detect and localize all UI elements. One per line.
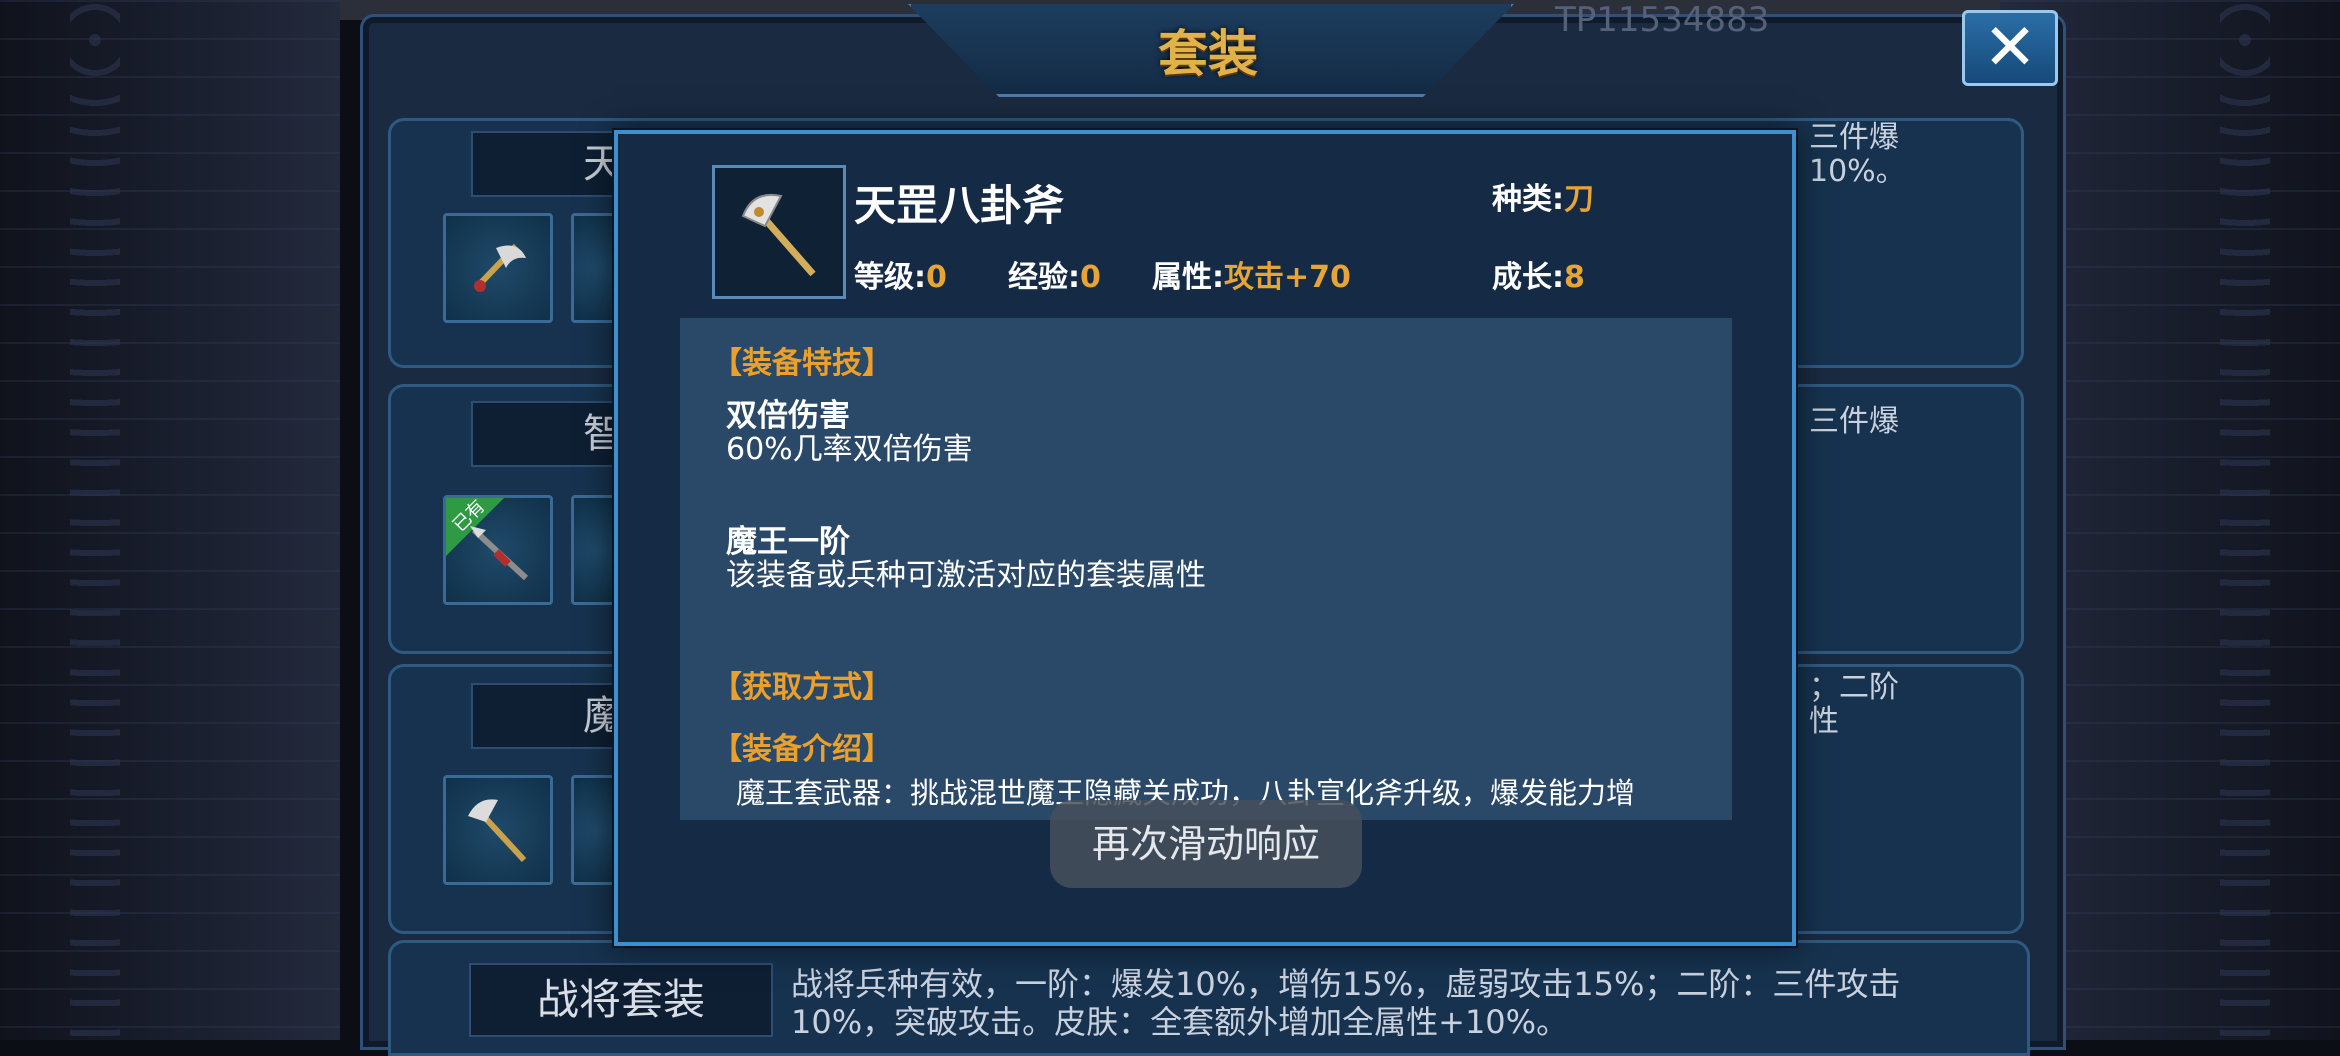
equipment-slot[interactable] [443, 775, 553, 885]
equipment-slot[interactable] [443, 213, 553, 323]
item-type: 种类:刀 [1492, 182, 1594, 217]
player-id-text: TP11534883 [1555, 0, 1770, 40]
set-desc: 三件爆 [1809, 404, 1899, 439]
close-icon: ✕ [1983, 11, 2037, 85]
equipment-slot[interactable]: 已有 [443, 495, 553, 605]
obtain-header: 【获取方式】 [712, 670, 892, 705]
item-level: 等级:0 [854, 260, 947, 295]
window-title: 套装 [1158, 25, 1258, 83]
set-name: 战将套装 [469, 963, 773, 1037]
spear-weapon-icon [470, 526, 529, 581]
item-name: 天罡八卦斧 [854, 181, 1065, 230]
toast-message: 再次滑动响应 [1050, 800, 1362, 888]
set-card-warrior[interactable]: 战将套装 战将兵种有效，一阶：爆发10%，增伤15%，虚弱攻击15%；二阶：三件… [388, 940, 2030, 1056]
item-info-panel[interactable]: 【装备特技】 双倍伤害 60%几率双倍伤害 魔王一阶 该装备或兵种可激活对应的套… [680, 318, 1732, 820]
skill-desc: 60%几率双倍伤害 [726, 432, 973, 467]
item-growth: 成长:8 [1492, 260, 1585, 295]
set-desc: 战将兵种有效，一阶：爆发10%，增伤15%，虚弱攻击15%；二阶：三件攻击10%… [791, 965, 1901, 1041]
item-experience: 经验:0 [1008, 260, 1101, 295]
golden-axe-icon [741, 194, 816, 277]
axe-weapon-icon [468, 799, 527, 863]
set-desc: 三件爆 10%。 [1809, 120, 1906, 189]
fan-weapon-icon [473, 243, 526, 292]
item-icon-frame [712, 165, 846, 299]
skill-desc: 该装备或兵种可激活对应的套装属性 [726, 558, 1206, 593]
close-button[interactable]: ✕ [1962, 10, 2058, 86]
skills-header: 【装备特技】 [712, 346, 892, 381]
item-attribute: 属性:攻击+70 [1152, 260, 1351, 295]
left-background-pattern [0, 0, 340, 1040]
set-desc: ；二阶 性 [1809, 670, 1899, 739]
intro-header: 【装备介绍】 [712, 732, 892, 767]
